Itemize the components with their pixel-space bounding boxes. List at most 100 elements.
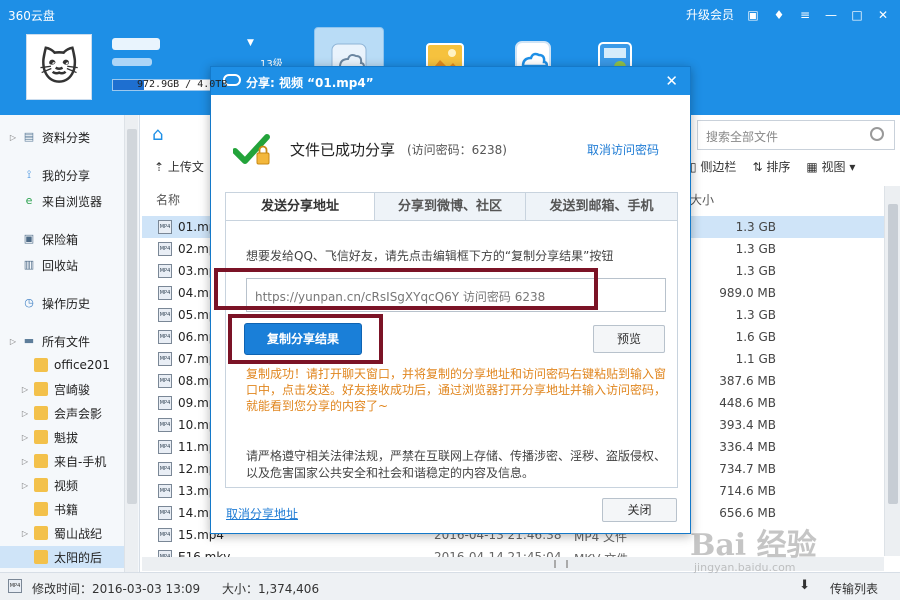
sidebar-item-label: 操作历史 (42, 296, 91, 311)
sidebar-item[interactable]: e 来自浏览器 (0, 190, 124, 212)
expand-arrow-icon[interactable]: ▷ (20, 433, 30, 442)
column-name[interactable]: 名称 (156, 191, 180, 208)
column-size[interactable]: 大小 (690, 191, 714, 208)
preview-button[interactable]: 预览 (593, 325, 665, 353)
view-button[interactable]: ▦ 视图 ▾ (806, 158, 855, 175)
folder-icon (34, 430, 48, 444)
sidebar-toggle-button[interactable]: ▯ 侧边栏 (690, 158, 736, 175)
sidebar-item[interactable]: ▷ ▬ 所有文件 (0, 330, 124, 352)
app-title: 360云盘 (8, 9, 55, 23)
share-success-title: 文件已成功分享 (290, 141, 396, 159)
expand-arrow-icon[interactable]: ▷ (20, 385, 30, 394)
search-icon[interactable] (870, 127, 884, 141)
upgrade-vip-link[interactable]: 升级会员 (686, 6, 734, 23)
menu-icon[interactable]: ≡ (798, 9, 812, 21)
sidebar-folder[interactable]: ▷ 魁拔 (0, 426, 124, 448)
file-size: 1.6 GB (735, 330, 776, 344)
sort-label: 排序 (766, 160, 791, 174)
folder-icon (34, 382, 48, 396)
maximize-icon[interactable]: □ (850, 9, 864, 21)
view-tools: ▯ 侧边栏 ⇅ 排序 ▦ 视图 ▾ (690, 158, 855, 175)
cancel-share-link[interactable]: 取消分享地址 (226, 505, 298, 522)
sidebar-scroll-thumb[interactable] (127, 129, 137, 504)
close-window-icon[interactable]: ✕ (876, 9, 890, 21)
top-right-controls: 升级会员 ▣ ♦ ≡ — □ ✕ (686, 6, 890, 23)
sidebar-scrollbar[interactable] (124, 115, 138, 572)
folder-icon (34, 502, 48, 516)
sidebar-folder[interactable]: ▷ 蜀山战纪 (0, 522, 124, 544)
file-size: 1.3 GB (735, 242, 776, 256)
tab-send-address[interactable]: 发送分享地址 (226, 193, 375, 220)
file-size: 1.3 GB (735, 220, 776, 234)
skin-icon[interactable]: ♦ (772, 9, 786, 21)
mp4-file-icon: MP4 (158, 352, 172, 366)
file-size: 1.3 GB (735, 264, 776, 278)
folder-label: 视频 (54, 478, 79, 493)
transfer-list-button[interactable]: 传输列表 (830, 580, 878, 597)
sidebar-folder[interactable]: ▷ 来自-手机 (0, 450, 124, 472)
close-icon[interactable]: ✕ (665, 72, 678, 90)
expand-arrow-icon[interactable]: ▷ (8, 133, 18, 142)
folder-label: 书籍 (54, 502, 79, 517)
share-tabs: 发送分享地址 分享到微博、社区 发送到邮箱、手机 (225, 192, 678, 221)
sidebar-folder[interactable]: office201 (0, 354, 124, 376)
file-list-scrollbar[interactable] (884, 186, 900, 556)
sidebar-item[interactable]: ▷ ▤ 资料分类 (0, 126, 124, 148)
tab-weibo-community[interactable]: 分享到微博、社区 (375, 193, 526, 220)
mp4-file-icon: MP4 (158, 418, 172, 432)
sidebar-item-label: 我的分享 (42, 168, 91, 183)
highlight-link-frame (214, 268, 598, 310)
folder-label: 会声会影 (54, 406, 103, 421)
expand-arrow-icon[interactable]: ▷ (8, 337, 18, 346)
cancel-access-code-link[interactable]: 取消访问密码 (587, 141, 659, 158)
download-icon[interactable]: ⬇ (799, 578, 810, 593)
search-input[interactable]: 搜索全部文件 (697, 120, 895, 150)
safe-icon: ▣ (23, 232, 35, 245)
expand-arrow-icon[interactable]: ▷ (20, 481, 30, 490)
tab-email-phone[interactable]: 发送到邮箱、手机 (526, 193, 677, 220)
file-size: 387.6 MB (719, 374, 776, 388)
sidebar-folder[interactable]: ▷ 视频 (0, 474, 124, 496)
file-size: 336.4 MB (719, 440, 776, 454)
mp4-file-icon: MP4 (158, 264, 172, 278)
minimize-icon[interactable]: — (824, 9, 838, 21)
mp4-file-icon: MP4 (158, 374, 172, 388)
expand-arrow-icon[interactable]: ▷ (20, 529, 30, 538)
folder-icon (34, 478, 48, 492)
message-icon[interactable]: ▣ (746, 9, 760, 21)
home-icon[interactable]: ⌂ (152, 124, 174, 146)
user-id-redacted (112, 58, 152, 66)
upload-button[interactable]: ⇡ 上传文 (154, 158, 204, 175)
sidebar-item[interactable]: ◷ 操作历史 (0, 292, 124, 314)
copy-instruction: 想要发给QQ、飞信好友，请先点击编辑框下方的“复制分享结果”按钮 (246, 249, 614, 263)
copy-success-note: 复制成功！请打开聊天窗口，并将复制的分享地址和访问密码右键粘贴到输入窗口中，点击… (246, 367, 667, 413)
sort-button[interactable]: ⇅ 排序 (752, 158, 790, 175)
file-list-scroll-thumb[interactable] (888, 204, 898, 504)
expand-arrow-icon[interactable]: ▷ (20, 457, 30, 466)
sidebar-item-label: 所有文件 (42, 334, 91, 349)
storage-bar: 972.9GB / 4.0TB (112, 79, 244, 91)
dialog-title: 分享: 视频 “01.mp4” (246, 76, 374, 90)
sidebar-folder[interactable]: 书籍 (0, 498, 124, 520)
access-code-text: (访问密码：6238) (407, 143, 507, 157)
sidebar-item[interactable]: ⟟ 我的分享 (0, 164, 124, 186)
status-file-size: 大小：1,374,406 (222, 582, 320, 596)
mp4-file-icon: MP4 (158, 528, 172, 542)
scroll-grip[interactable] (554, 560, 568, 568)
sidebar-folder[interactable]: ▷ 会声会影 (0, 402, 124, 424)
avatar[interactable]: 🐱 (26, 34, 92, 100)
highlight-copy-frame (228, 314, 383, 364)
close-button[interactable]: 关闭 (602, 498, 677, 522)
folder-icon (34, 550, 48, 564)
sidebar-item-label: 来自浏览器 (42, 194, 103, 209)
mp4-file-icon: MP4 (158, 220, 172, 234)
legal-notice: 请严格遵守相关法律法规，严禁在互联网上存储、传播涉密、淫秽、盗版侵权、以及危害国… (246, 449, 667, 480)
recycle-icon: ▥ (23, 258, 35, 271)
sidebar-folder[interactable]: ▷ 宫崎骏 (0, 378, 124, 400)
username-redacted (112, 38, 160, 50)
account-dropdown-icon[interactable]: ▼ (247, 38, 254, 48)
sidebar-item[interactable]: ▥ 回收站 (0, 254, 124, 276)
expand-arrow-icon[interactable]: ▷ (20, 409, 30, 418)
sidebar-folder[interactable]: 太阳的后 (0, 546, 124, 568)
sidebar-item[interactable]: ▣ 保险箱 (0, 228, 124, 250)
